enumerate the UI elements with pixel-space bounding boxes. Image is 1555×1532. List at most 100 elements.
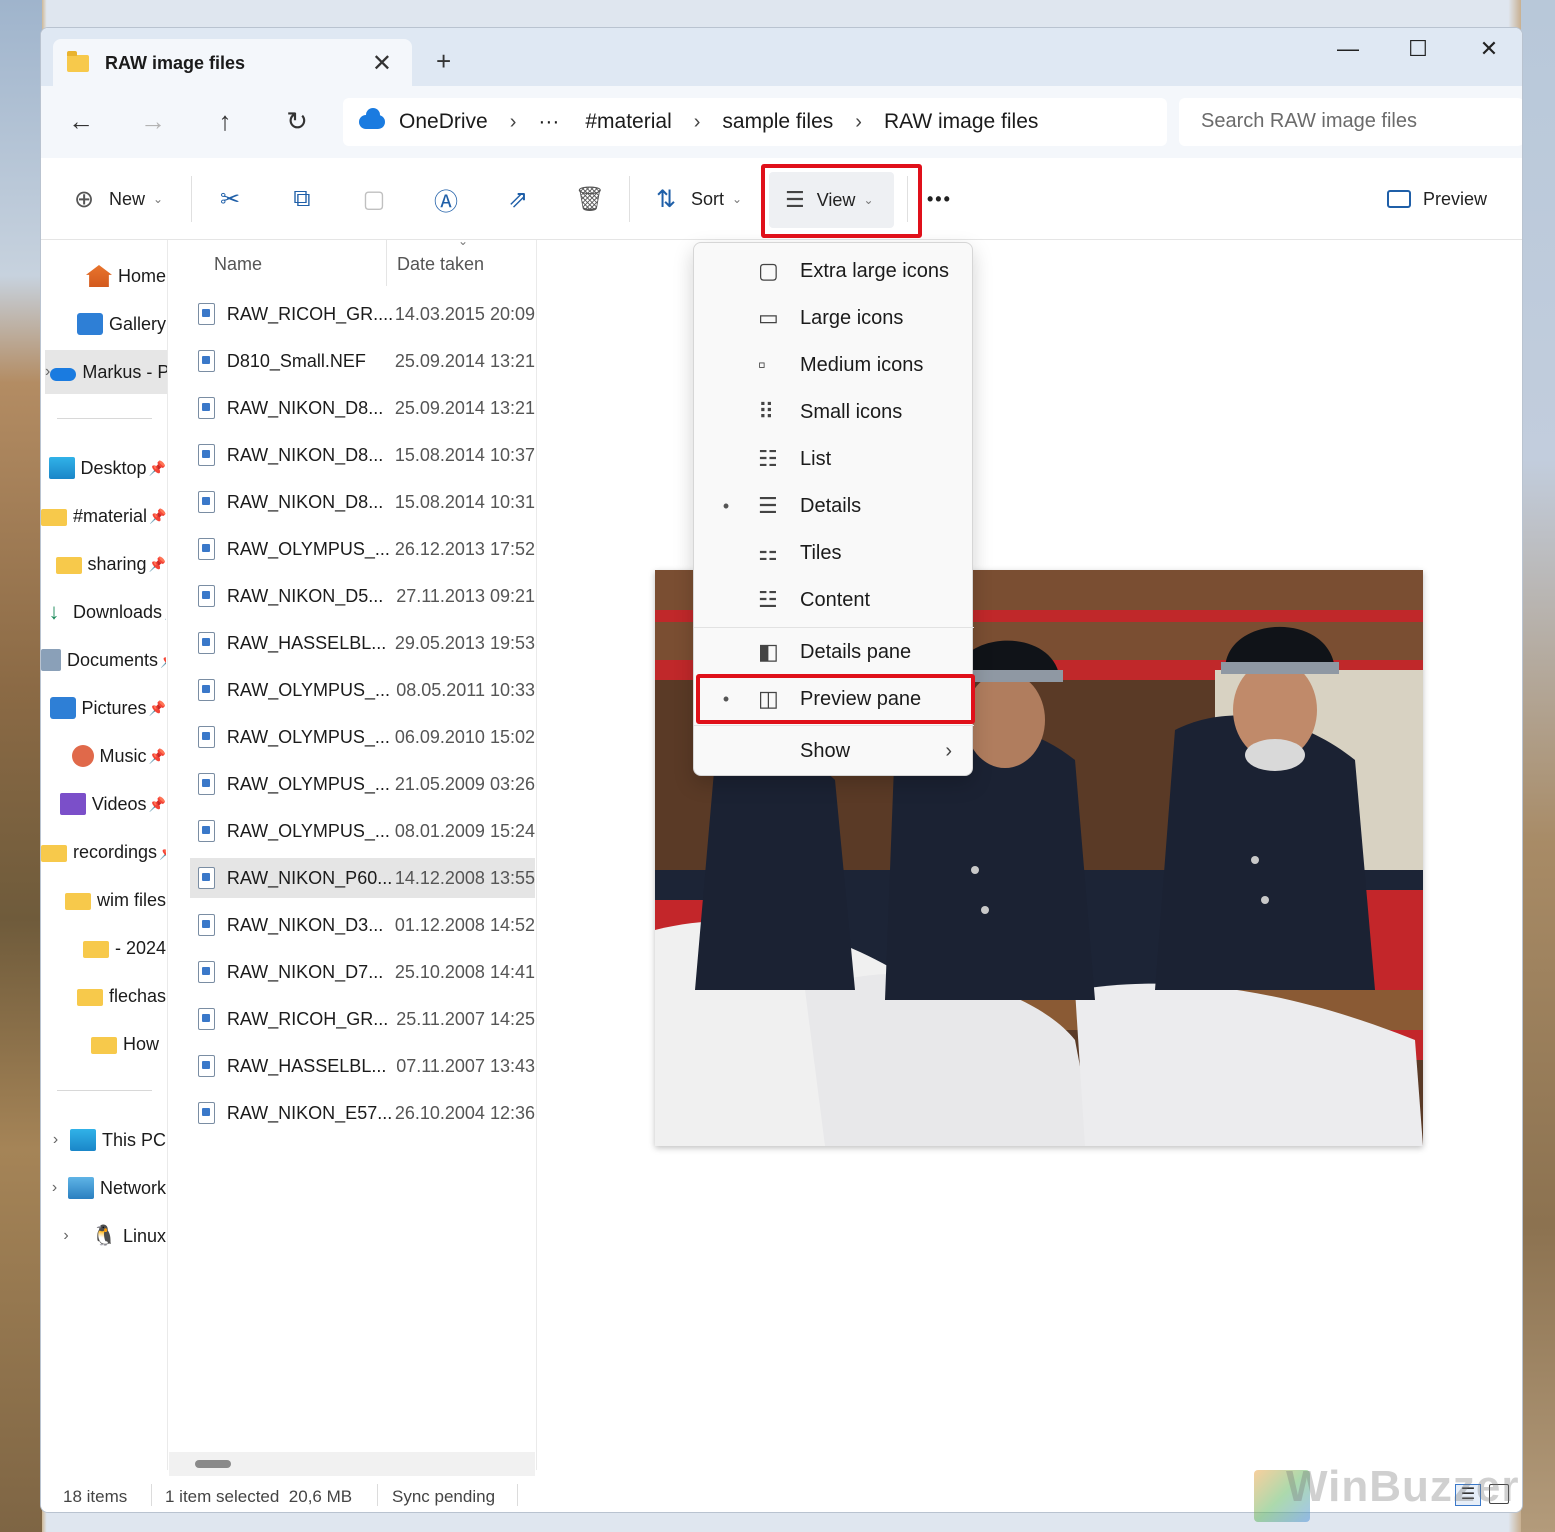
- sidebar-item-onedrive[interactable]: › Markus - Personal: [45, 350, 170, 394]
- file-row[interactable]: RAW_OLYMPUS_... 06.09.2010 15:02: [190, 717, 535, 757]
- share-button[interactable]: ⇗: [501, 182, 535, 216]
- refresh-button[interactable]: ↻: [279, 106, 315, 137]
- image-file-icon: [198, 914, 215, 936]
- sidebar-item-2024[interactable]: - 2024: [41, 926, 166, 970]
- file-row[interactable]: RAW_HASSELBL... 07.11.2007 13:43: [190, 1046, 535, 1086]
- file-row-selected[interactable]: RAW_NIKON_P60... 14.12.2008 13:55: [190, 858, 535, 898]
- paste-button[interactable]: ▢: [357, 182, 391, 216]
- file-row[interactable]: RAW_NIKON_E57... 26.10.2004 12:36: [190, 1093, 535, 1133]
- file-row[interactable]: RAW_NIKON_D8... 15.08.2014 10:31: [190, 482, 535, 522]
- chevron-right-icon[interactable]: ›: [510, 111, 517, 134]
- sidebar-item-gallery[interactable]: Gallery: [41, 302, 166, 346]
- file-row[interactable]: RAW_NIKON_D8... 25.09.2014 13:21: [190, 388, 535, 428]
- menu-item-small-icons[interactable]: ⠿ Small icons: [694, 390, 974, 434]
- sidebar-item-this-pc[interactable]: › This PC: [41, 1118, 166, 1162]
- back-button[interactable]: ←: [63, 106, 99, 137]
- file-date: 14.03.2015 20:09: [394, 303, 535, 324]
- file-row[interactable]: RAW_RICOH_GR.... 14.03.2015 20:09: [190, 294, 535, 334]
- menu-item-details-pane[interactable]: ◧ Details pane: [694, 630, 974, 674]
- sidebar-item-material[interactable]: #material 📌: [41, 494, 166, 538]
- file-name: RAW_RICOH_GR....: [226, 303, 394, 324]
- file-row[interactable]: RAW_HASSELBL... 29.05.2013 19:53: [190, 623, 535, 663]
- toolbar-divider: [191, 176, 192, 222]
- chevron-right-icon[interactable]: ›: [41, 1131, 70, 1149]
- file-row[interactable]: RAW_OLYMPUS_... 08.01.2009 15:24: [190, 811, 535, 851]
- menu-item-large-icons[interactable]: ▭ Large icons: [694, 296, 974, 340]
- sidebar-item-sharing[interactable]: sharing 📌: [41, 542, 166, 586]
- sidebar-item-pictures[interactable]: Pictures 📌: [41, 686, 166, 730]
- file-row[interactable]: RAW_OLYMPUS_... 21.05.2009 03:26: [190, 764, 535, 804]
- file-name: RAW_NIKON_D8...: [226, 397, 384, 418]
- address-bar[interactable]: OneDrive › ··· #material › sample files …: [343, 98, 1167, 146]
- menu-item-extra-large-icons[interactable]: ▢ Extra large icons: [694, 249, 974, 293]
- forward-button[interactable]: →: [135, 106, 171, 137]
- pin-icon: 📌: [148, 699, 166, 716]
- file-name: RAW_NIKON_P60...: [226, 867, 393, 888]
- breadcrumb-onedrive[interactable]: OneDrive: [399, 110, 488, 134]
- sidebar-item-how[interactable]: How: [41, 1022, 166, 1066]
- image-file-icon: [198, 491, 215, 513]
- more-options-button[interactable]: •••: [927, 182, 952, 216]
- sidebar-item-linux[interactable]: › 🐧 Linux: [41, 1214, 166, 1258]
- file-row[interactable]: RAW_NIKON_D8... 15.08.2014 10:37: [190, 435, 535, 475]
- up-button[interactable]: ↑: [207, 106, 243, 137]
- sidebar-item-network[interactable]: › Network: [41, 1166, 166, 1210]
- minimize-button[interactable]: —: [1328, 36, 1368, 62]
- breadcrumb-raw-image-files[interactable]: RAW image files: [884, 110, 1038, 134]
- file-row[interactable]: RAW_RICOH_GR... 25.11.2007 14:25: [190, 999, 535, 1039]
- file-row[interactable]: RAW_OLYMPUS_... 26.12.2013 17:52: [190, 529, 535, 569]
- chevron-right-icon[interactable]: ›: [41, 1179, 68, 1197]
- menu-item-tiles[interactable]: ⚏ Tiles: [694, 531, 974, 575]
- breadcrumb-material[interactable]: #material: [585, 110, 671, 134]
- chevron-right-icon[interactable]: ›: [855, 111, 862, 134]
- file-date: 25.09.2014 13:21: [394, 350, 535, 371]
- copy-button[interactable]: ⧉: [285, 182, 319, 216]
- file-row[interactable]: RAW_OLYMPUS_... 08.05.2011 10:33: [190, 670, 535, 710]
- new-button[interactable]: ⊕ New ⌄: [67, 182, 163, 216]
- sidebar-divider: [57, 418, 152, 419]
- sidebar-item-documents[interactable]: Documents📌: [41, 638, 166, 682]
- sidebar-item-home[interactable]: Home: [41, 254, 166, 298]
- delete-button[interactable]: 🗑: [573, 182, 607, 216]
- sort-button[interactable]: ⇅ Sort ⌄: [649, 182, 742, 216]
- close-tab-icon[interactable]: ✕: [372, 49, 392, 78]
- file-date: 27.11.2013 09:21: [396, 585, 535, 606]
- search-input[interactable]: Search RAW image files: [1179, 98, 1522, 146]
- file-row[interactable]: RAW_NIKON_D5... 27.11.2013 09:21: [190, 576, 535, 616]
- column-header-name[interactable]: Name: [214, 240, 388, 286]
- sidebar-item-desktop[interactable]: Desktop 📌: [41, 446, 166, 490]
- file-name: RAW_NIKON_D7...: [226, 961, 384, 982]
- new-tab-button[interactable]: +: [436, 46, 451, 77]
- maximize-button[interactable]: ☐: [1398, 36, 1438, 62]
- sidebar-item-videos[interactable]: Videos 📌: [41, 782, 166, 826]
- file-row[interactable]: RAW_NIKON_D7... 25.10.2008 14:41: [190, 952, 535, 992]
- file-row[interactable]: D810_Small.NEF 25.09.2014 13:21: [190, 341, 535, 381]
- tab-raw-image-files[interactable]: RAW image files ✕: [53, 39, 412, 87]
- menu-item-show[interactable]: Show ›: [694, 729, 974, 773]
- close-window-button[interactable]: ✕: [1469, 36, 1509, 62]
- sidebar-item-downloads[interactable]: ↓ Downloads📌: [41, 590, 167, 634]
- breadcrumb-overflow[interactable]: ···: [538, 110, 559, 134]
- menu-item-medium-icons[interactable]: ▫ Medium icons: [694, 343, 974, 387]
- details-pane-icon: ◧: [758, 639, 779, 664]
- menu-item-label: Small icons: [800, 400, 903, 423]
- scrollbar-thumb[interactable]: [195, 1460, 231, 1468]
- linux-icon: 🐧: [91, 1225, 117, 1247]
- sidebar-item-wim-files[interactable]: wim files: [41, 878, 166, 922]
- sidebar-item-recordings[interactable]: recordings📌: [41, 830, 166, 874]
- chevron-right-icon[interactable]: ›: [694, 111, 701, 134]
- sidebar-item-flechas[interactable]: flechas: [41, 974, 166, 1018]
- horizontal-scrollbar[interactable]: [169, 1452, 535, 1476]
- file-row[interactable]: RAW_NIKON_D3... 01.12.2008 14:52: [190, 905, 535, 945]
- sidebar-item-music[interactable]: Music 📌: [41, 734, 166, 778]
- chevron-right-icon[interactable]: ›: [41, 1227, 91, 1245]
- sidebar-item-label: recordings: [73, 841, 158, 862]
- image-file-icon: [198, 397, 215, 419]
- menu-item-list[interactable]: ☷ List: [694, 437, 974, 481]
- rename-button[interactable]: Ⓐ: [429, 182, 463, 216]
- preview-pane-button[interactable]: Preview: [1387, 182, 1487, 216]
- cut-button[interactable]: ✂: [213, 182, 247, 216]
- menu-item-details[interactable]: • ☰ Details: [694, 484, 974, 528]
- breadcrumb-sample-files[interactable]: sample files: [722, 110, 833, 134]
- menu-item-content[interactable]: ☳ Content: [694, 578, 974, 622]
